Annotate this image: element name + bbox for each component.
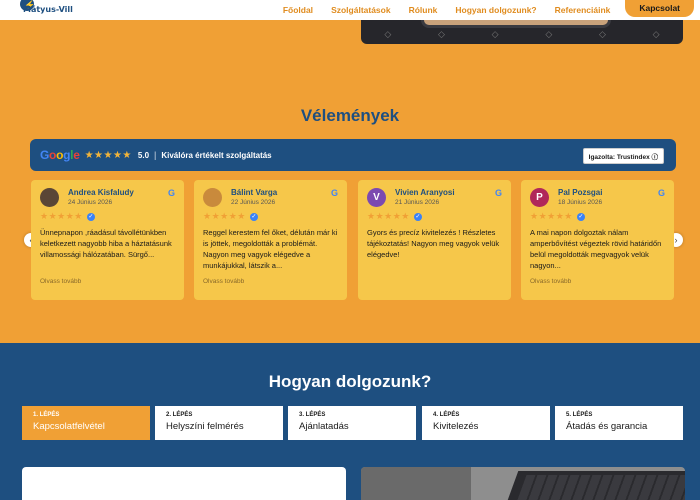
diamond-icon: ◇ (598, 29, 606, 39)
step-tab-quote[interactable]: 3. LÉPÉS Ajánlatadás (288, 406, 416, 440)
avatar (40, 188, 59, 207)
trustindex-verified-badge[interactable]: Igazolta: Trustindex ⓘ (582, 148, 664, 164)
step-content-card (22, 467, 346, 500)
reviewer-name: Bálint Varga (231, 188, 278, 197)
avatar (203, 188, 222, 207)
process-title: Hogyan dolgozunk? (268, 372, 432, 391)
step-tab-survey[interactable]: 2. LÉPÉS Helyszíni felmérés (155, 406, 283, 440)
review-text: Ünnepnapon ,ráadásul távollétünkben kele… (40, 228, 172, 259)
step-label: Átadás és garancia (566, 421, 648, 432)
step-label: Kapcsolatfelvétel (33, 421, 105, 432)
main-nav: Főoldal Szolgáltatások Rólunk Hogyan dol… (274, 0, 694, 20)
logo-text: Mátyus-Vill (23, 5, 73, 14)
read-more-link[interactable]: Olvass tovább (203, 278, 338, 285)
google-icon: G (494, 188, 502, 198)
process-steps: 1. LÉPÉS Kapcsolatfelvétel 2. LÉPÉS Hely… (22, 406, 685, 440)
verified-check-icon: ✓ (576, 212, 585, 221)
rating-score: 5.0 (137, 150, 150, 160)
contact-button[interactable]: Kapcsolat (625, 0, 694, 17)
hero-image-icons: ◇ ◇ ◇ ◇ ◇ ◇ (361, 29, 683, 40)
review-date: 24 Június 2026 (68, 199, 113, 206)
step-label: Helyszíni felmérés (166, 421, 244, 432)
review-date: 18 Június 2026 (558, 199, 603, 206)
step-number: 1. LÉPÉS (33, 412, 60, 418)
diamond-icon: ◇ (652, 29, 660, 39)
google-icon: G (330, 188, 338, 198)
review-card: Bálint Varga 22 Június 2026 G ★★★★★ ✓ Re… (194, 180, 347, 300)
nav-item-how-we-work[interactable]: Hogyan dolgozunk? (446, 5, 545, 15)
review-date: 22 Június 2026 (231, 199, 276, 206)
site-header: ⚡ Mátyus-Vill Főoldal Szolgáltatások Ról… (0, 0, 700, 20)
review-stars-icon: ★★★★★ (530, 211, 573, 221)
review-text: Reggel kerestem fel őket, délután már ki… (203, 228, 338, 270)
step-tab-contact[interactable]: 1. LÉPÉS Kapcsolatfelvétel (22, 406, 150, 440)
step-image (361, 467, 685, 500)
step-number: 2. LÉPÉS (166, 412, 193, 418)
step-label: Kivitelezés (433, 421, 479, 432)
review-card: P Pal Pozsgai 18 Június 2026 G ★★★★★ ✓ A… (521, 180, 674, 300)
step-label: Ajánlatadás (299, 421, 349, 432)
rating-separator: | (154, 150, 157, 160)
read-more-link[interactable]: Olvass tovább (530, 278, 665, 285)
google-icon: G (657, 188, 665, 198)
avatar: P (530, 188, 549, 207)
step-number: 5. LÉPÉS (566, 412, 593, 418)
nav-item-home[interactable]: Főoldal (274, 5, 322, 15)
google-icon: G (167, 188, 175, 198)
nav-item-services[interactable]: Szolgáltatások (322, 5, 400, 15)
diamond-icon: ◇ (491, 29, 499, 39)
diamond-icon: ◇ (545, 29, 553, 39)
reviewer-name: Pal Pozsgai (558, 188, 603, 197)
verified-check-icon: ✓ (249, 212, 258, 221)
nav-item-about[interactable]: Rólunk (400, 5, 447, 15)
logo[interactable]: ⚡ Mátyus-Vill (20, 0, 80, 20)
diamond-icon: ◇ (438, 29, 445, 39)
reviewer-name: Andrea Kisfaludy (68, 188, 134, 197)
read-more-link[interactable]: Olvass tovább (40, 278, 175, 285)
review-stars-icon: ★★★★★ (203, 211, 246, 221)
rating-summary: Kiválóra értékelt szolgáltatás (161, 150, 272, 160)
rating-stars-icon: ★★★★★ (84, 149, 132, 161)
verified-check-icon: ✓ (413, 212, 422, 221)
review-card: V Vivien Aranyosi 21 Június 2026 G ★★★★★… (358, 180, 511, 300)
review-text: Gyors és precíz kivitelezés ! Részletes … (367, 228, 500, 259)
step-number: 4. LÉPÉS (433, 412, 460, 418)
review-stars-icon: ★★★★★ (367, 211, 410, 221)
laptop-image-part (361, 467, 471, 500)
step-number: 3. LÉPÉS (299, 412, 326, 418)
keyboard-keys-image-part (515, 475, 685, 500)
review-carousel: Andrea Kisfaludy 24 Június 2026 G ★★★★★ … (31, 180, 674, 300)
review-text: A mai napon dolgoztak nálam amperbővítés… (530, 228, 662, 270)
step-tab-handover[interactable]: 5. LÉPÉS Átadás és garancia (555, 406, 683, 440)
reviews-title: Vélemények (300, 106, 400, 125)
review-stars-icon: ★★★★★ (40, 211, 83, 221)
diamond-icon: ◇ (384, 29, 392, 39)
avatar: V (367, 188, 386, 207)
google-logo: Google (40, 148, 80, 162)
google-rating-bar: Google ★★★★★ 5.0 | Kiválóra értékelt szo… (30, 139, 676, 171)
step-tab-execution[interactable]: 4. LÉPÉS Kivitelezés (422, 406, 550, 440)
nav-item-references[interactable]: Referenciáink (546, 5, 620, 15)
verified-check-icon: ✓ (86, 212, 95, 221)
review-date: 21 Június 2026 (395, 199, 440, 206)
review-card: Andrea Kisfaludy 24 Június 2026 G ★★★★★ … (31, 180, 184, 300)
reviewer-name: Vivien Aranyosi (395, 188, 455, 197)
